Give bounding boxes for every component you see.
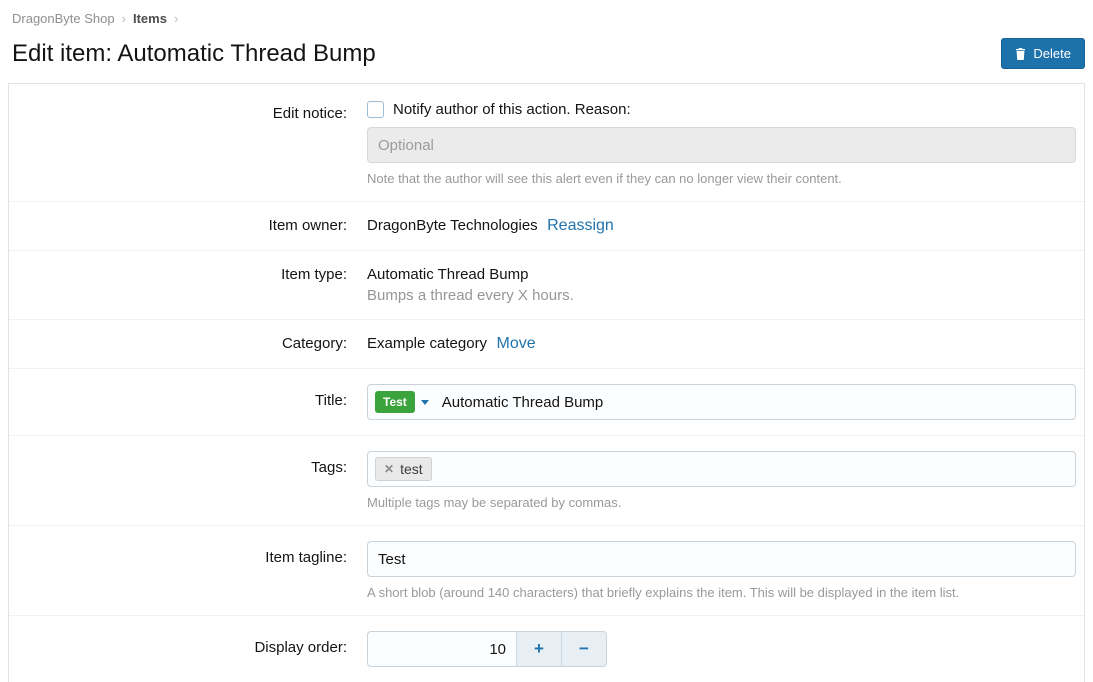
tags-input[interactable]: ✕ test bbox=[367, 451, 1076, 487]
edit-notice-reason-input[interactable] bbox=[367, 127, 1076, 163]
trash-icon bbox=[1015, 48, 1026, 60]
move-category-link[interactable]: Move bbox=[497, 335, 536, 352]
title-label: Title: bbox=[9, 384, 367, 420]
notify-author-checkbox[interactable] bbox=[367, 101, 384, 118]
item-owner-value: DragonByte Technologies bbox=[367, 217, 538, 234]
title-input[interactable] bbox=[433, 385, 1075, 419]
reassign-link[interactable]: Reassign bbox=[547, 217, 614, 234]
chevron-down-icon bbox=[421, 400, 429, 405]
title-input-group: Test bbox=[367, 384, 1076, 420]
breadcrumb-separator-icon: › bbox=[174, 11, 178, 26]
breadcrumb-item-items[interactable]: Items bbox=[133, 11, 167, 26]
display-order-stepper: + − bbox=[367, 631, 607, 667]
row-category: Category: Example category Move bbox=[9, 319, 1084, 368]
title-prefix-button[interactable]: Test bbox=[373, 389, 431, 415]
row-edit-notice: Edit notice: Notify author of this actio… bbox=[9, 84, 1084, 201]
delete-button-label: Delete bbox=[1033, 46, 1071, 61]
tagline-hint: A short blob (around 140 characters) tha… bbox=[367, 585, 1076, 600]
row-tagline: Item tagline: A short blob (around 140 c… bbox=[9, 525, 1084, 615]
item-type-label: Item type: bbox=[9, 266, 367, 304]
item-owner-label: Item owner: bbox=[9, 217, 367, 235]
page-header: Edit item: Automatic Thread Bump Delete bbox=[0, 32, 1093, 83]
increment-button[interactable]: + bbox=[516, 632, 561, 666]
display-order-label: Display order: bbox=[9, 631, 367, 667]
decrement-button[interactable]: − bbox=[561, 632, 606, 666]
category-value: Example category bbox=[367, 335, 487, 352]
page-title: Edit item: Automatic Thread Bump bbox=[12, 40, 376, 68]
tag-chip-label: test bbox=[400, 461, 423, 477]
notify-author-label: Notify author of this action. Reason: bbox=[393, 101, 631, 118]
row-title: Title: Test bbox=[9, 368, 1084, 435]
delete-button[interactable]: Delete bbox=[1001, 38, 1085, 69]
item-type-description: Bumps a thread every X hours. bbox=[367, 287, 1076, 304]
item-type-value: Automatic Thread Bump bbox=[367, 266, 1076, 283]
row-item-owner: Item owner: DragonByte Technologies Reas… bbox=[9, 201, 1084, 250]
display-order-input[interactable] bbox=[368, 632, 516, 666]
tags-label: Tags: bbox=[9, 451, 367, 510]
tag-chip: ✕ test bbox=[375, 457, 432, 481]
tags-hint: Multiple tags may be separated by commas… bbox=[367, 495, 1076, 510]
edit-item-form: Edit notice: Notify author of this actio… bbox=[8, 83, 1085, 682]
notify-author-option[interactable]: Notify author of this action. Reason: bbox=[367, 99, 1076, 118]
edit-notice-label: Edit notice: bbox=[9, 99, 367, 186]
breadcrumb: DragonByte Shop › Items › bbox=[0, 0, 1093, 32]
edit-notice-hint: Note that the author will see this alert… bbox=[367, 171, 1076, 186]
breadcrumb-item-shop[interactable]: DragonByte Shop bbox=[12, 11, 115, 26]
row-display-order: Display order: + − bbox=[9, 615, 1084, 682]
prefix-badge: Test bbox=[375, 391, 415, 413]
row-tags: Tags: ✕ test Multiple tags may be separa… bbox=[9, 435, 1084, 525]
tagline-label: Item tagline: bbox=[9, 541, 367, 600]
row-item-type: Item type: Automatic Thread Bump Bumps a… bbox=[9, 250, 1084, 319]
category-label: Category: bbox=[9, 335, 367, 353]
remove-tag-icon[interactable]: ✕ bbox=[384, 462, 394, 476]
breadcrumb-separator-icon: › bbox=[122, 11, 126, 26]
tagline-input[interactable] bbox=[367, 541, 1076, 577]
